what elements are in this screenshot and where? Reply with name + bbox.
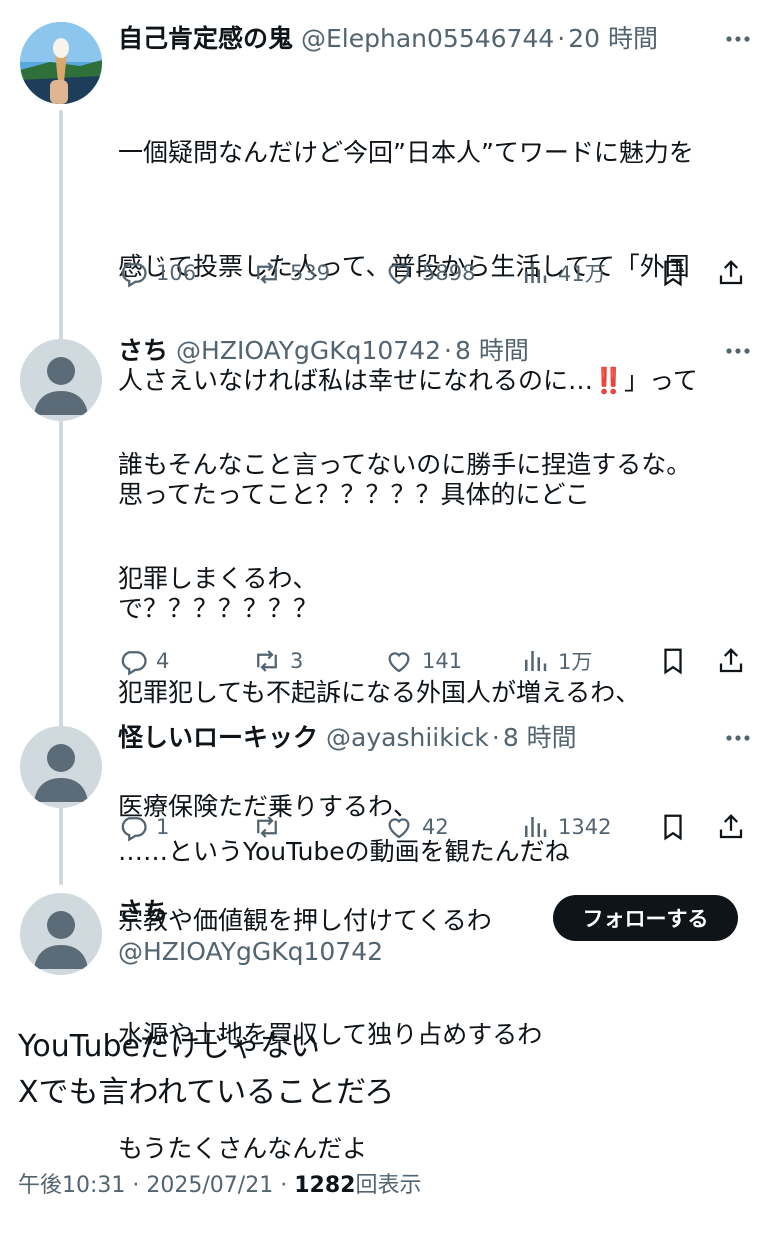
main-post-text-line: YouTubeだけじゃない — [18, 1029, 320, 1064]
avatar[interactable] — [20, 339, 102, 421]
reply-button[interactable]: 1 — [118, 809, 169, 845]
share-icon — [719, 814, 743, 839]
action-bar: 1 42 1342 — [118, 809, 758, 845]
avatar[interactable] — [20, 726, 102, 808]
main-post-text-line: Xでも言われていることだろ — [18, 1075, 395, 1110]
author-name[interactable]: 怪しいローキック — [118, 723, 318, 752]
reply-count: 1 — [156, 815, 170, 839]
heart-icon — [388, 652, 410, 673]
repost-icon — [257, 650, 277, 672]
like-count: 141 — [422, 649, 463, 673]
view-count: 41万 — [558, 262, 606, 286]
like-button[interactable]: 5898 — [384, 255, 475, 291]
reply-button[interactable]: 4 — [118, 643, 169, 679]
separator: · — [444, 336, 452, 365]
heart-icon — [388, 818, 410, 839]
like-button[interactable]: 42 — [384, 809, 449, 845]
bookmark-icon — [664, 260, 682, 287]
view-count: 1282 — [294, 1173, 356, 1198]
like-button[interactable]: 141 — [384, 643, 462, 679]
avatar-photo-icon — [20, 22, 102, 104]
reply-count: 106 — [156, 261, 197, 285]
default-avatar-icon — [20, 726, 102, 808]
author-name[interactable]: 自己肯定感の鬼 — [118, 24, 293, 53]
views-chart-icon — [525, 817, 547, 837]
post-text-line: 犯罪しまくるわ、 — [118, 564, 318, 593]
action-bar: 106 539 5898 41万 — [118, 255, 758, 291]
bookmark-button[interactable] — [658, 255, 688, 291]
repost-icon — [257, 816, 277, 838]
views-chart-icon — [525, 651, 547, 671]
repost-count: 3 — [290, 649, 304, 673]
reply-icon — [121, 263, 147, 288]
author-name[interactable]: さち — [118, 895, 168, 929]
like-count: 42 — [422, 815, 449, 839]
author-handle[interactable]: @ayashiikick — [326, 723, 489, 752]
post-time[interactable]: 20 時間 — [568, 24, 658, 53]
view-count: 1万 — [558, 650, 593, 674]
post-time[interactable]: 8 時間 — [503, 723, 577, 752]
separator: · — [491, 723, 500, 752]
repost-count: 539 — [290, 261, 331, 285]
author-handle[interactable]: @HZIOAYgGKq10742 — [118, 935, 383, 969]
post-meta: 午後10:31 · 2025/07/21 · 1282回表示 — [18, 1167, 421, 1199]
repost-button[interactable]: 539 — [252, 255, 330, 291]
post-time[interactable]: 午後10:31 — [18, 1173, 125, 1198]
post-time[interactable]: 8 時間 — [455, 336, 529, 365]
more-horizontal-icon[interactable] — [723, 723, 753, 753]
follow-button[interactable]: フォローする — [553, 895, 738, 941]
post-text-line: 誰もそんなこと言ってないのに勝手に捏造するな。 — [118, 450, 692, 479]
bookmark-button[interactable] — [658, 809, 688, 845]
share-icon — [719, 648, 743, 673]
post-text-line: 一個疑問なんだけど今回”日本人”てワードに魅力を — [118, 138, 694, 167]
share-button[interactable] — [716, 643, 746, 679]
post-text-line: もうたくさんなんだよ — [118, 1134, 368, 1163]
reply-icon — [121, 651, 147, 676]
default-avatar-icon — [20, 339, 102, 421]
repost-button[interactable] — [252, 809, 290, 845]
more-horizontal-icon[interactable] — [723, 336, 753, 366]
share-button[interactable] — [716, 255, 746, 291]
author-handle[interactable]: @Elephan05546744 — [301, 24, 554, 53]
post-text-line: 犯罪犯しても不起訴になる外国人が増えるわ、 — [118, 678, 641, 707]
repost-button[interactable]: 3 — [252, 643, 303, 679]
avatar[interactable] — [20, 893, 102, 975]
views-chart-icon — [525, 263, 547, 283]
repost-icon — [257, 262, 277, 284]
separator: · — [280, 1173, 288, 1198]
avatar[interactable] — [20, 22, 102, 104]
views-label: 回表示 — [355, 1173, 422, 1198]
bookmark-button[interactable] — [658, 643, 688, 679]
share-button[interactable] — [716, 809, 746, 845]
heart-icon — [388, 264, 410, 285]
views-button[interactable]: 41万 — [520, 255, 606, 291]
share-icon — [719, 260, 743, 285]
default-avatar-icon — [20, 893, 102, 975]
author-name[interactable]: さち — [118, 336, 168, 365]
reply-button[interactable]: 106 — [118, 255, 196, 291]
more-horizontal-icon[interactable] — [723, 24, 753, 54]
post-text: ……というYouTubeの動画を観たんだね — [118, 757, 570, 947]
reply-icon — [121, 817, 147, 842]
reply-count: 4 — [156, 649, 170, 673]
view-count: 1342 — [558, 815, 612, 839]
bookmark-icon — [664, 814, 682, 841]
views-button[interactable]: 1342 — [520, 809, 611, 845]
separator: · — [132, 1173, 140, 1198]
like-count: 5898 — [422, 261, 476, 285]
bookmark-icon — [664, 648, 682, 675]
views-button[interactable]: 1万 — [520, 643, 592, 679]
post-date[interactable]: 2025/07/21 — [146, 1173, 273, 1198]
separator: · — [557, 24, 566, 53]
action-bar: 4 3 141 1万 — [118, 643, 758, 679]
author-handle[interactable]: @HZIOAYgGKq10742 — [176, 336, 441, 365]
